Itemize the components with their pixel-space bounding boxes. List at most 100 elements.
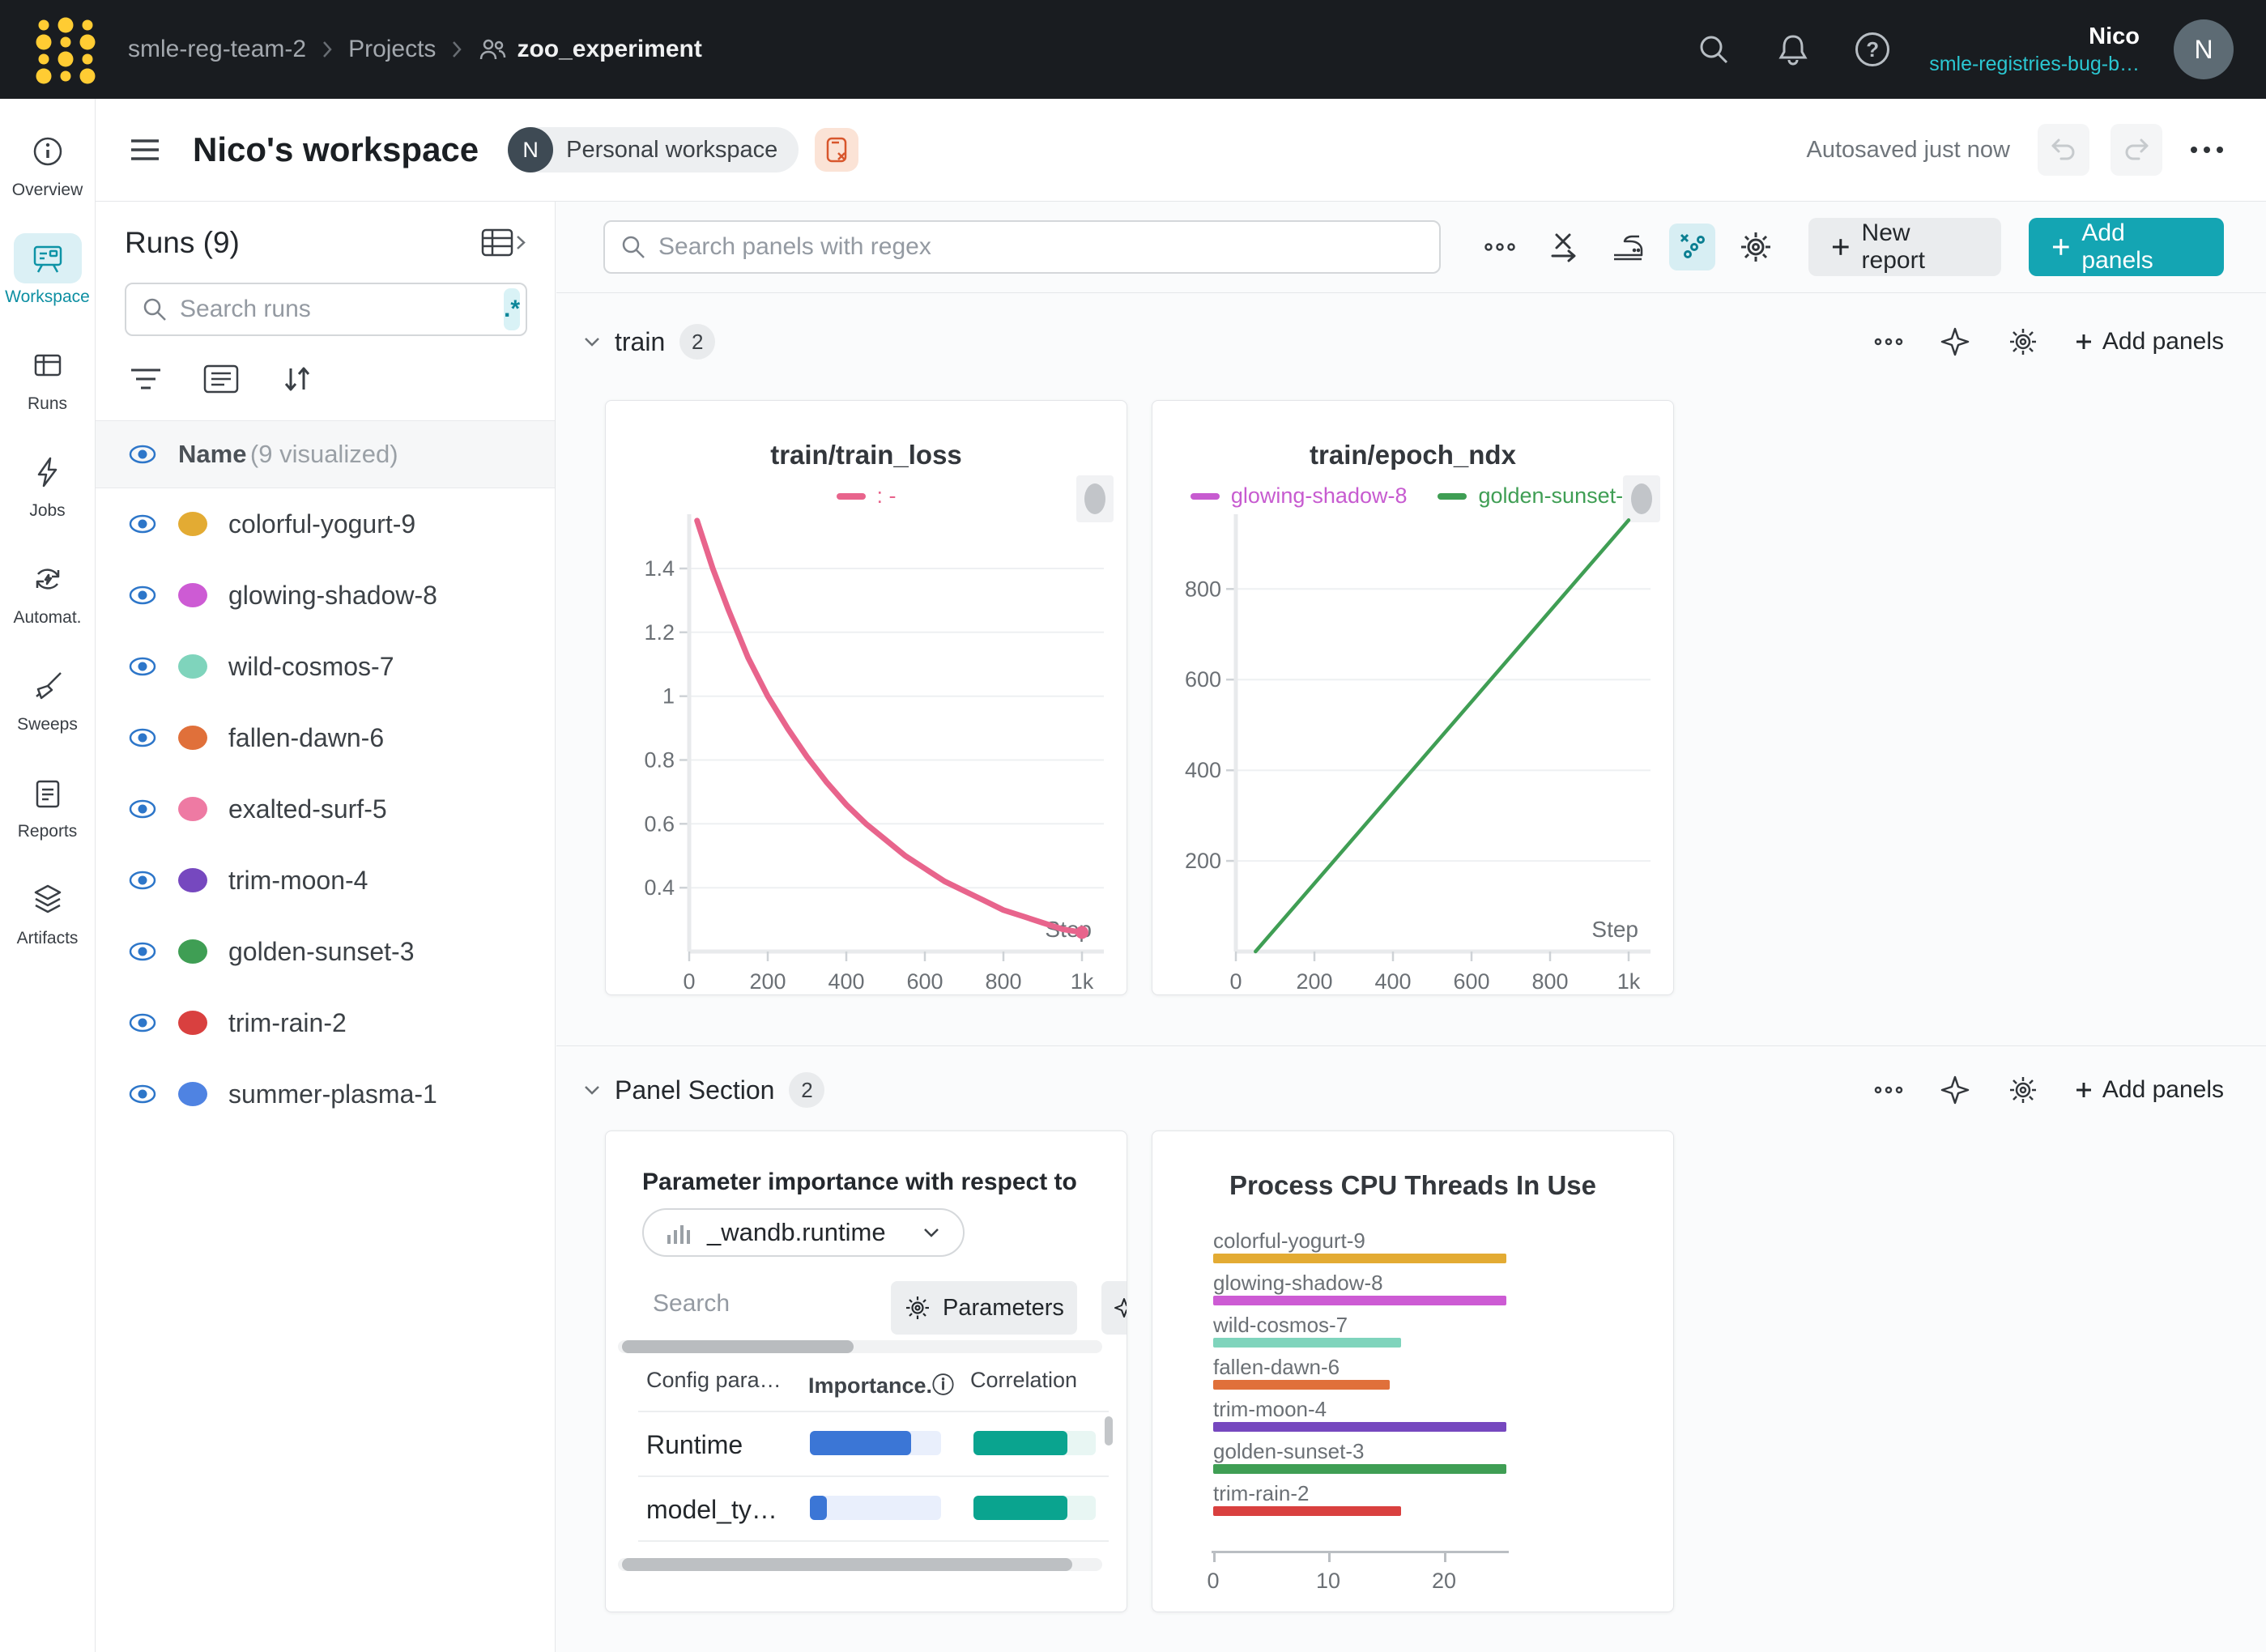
avatar[interactable]: N <box>2174 19 2234 79</box>
notifications-bell-icon[interactable] <box>1770 27 1816 72</box>
visibility-eye-icon[interactable] <box>128 655 157 678</box>
visibility-eye-icon[interactable] <box>128 726 157 749</box>
bar[interactable] <box>1213 1338 1401 1348</box>
section-settings-gear-icon[interactable] <box>2007 326 2039 358</box>
workspace-owner-initial: N <box>508 127 553 172</box>
run-row[interactable]: wild-cosmos-7 <box>96 631 555 702</box>
panel-train-loss[interactable]: train/train_loss : - 0.40.60.811.21.4020… <box>605 400 1127 995</box>
sidebar-item-overview[interactable]: Overview <box>0 118 95 225</box>
metric-dropdown[interactable]: _wandb.runtime <box>642 1208 965 1257</box>
magic-columns-button[interactable] <box>1101 1281 1127 1335</box>
column-header-importance[interactable]: Importance.ⓘ <box>808 1368 954 1399</box>
run-row[interactable]: exalted-surf-5 <box>96 773 555 845</box>
breadcrumb-project[interactable]: zoo_experiment <box>478 36 701 63</box>
runs-list-header[interactable]: Name (9 visualized) <box>96 420 555 488</box>
add-panels-button[interactable]: Add panels <box>2029 218 2224 276</box>
run-row[interactable]: summer-plasma-1 <box>96 1058 555 1130</box>
breadcrumb-projects[interactable]: Projects <box>348 36 436 63</box>
run-row[interactable]: fallen-dawn-6 <box>96 702 555 773</box>
runs-search-box[interactable]: .* <box>125 283 527 336</box>
sidebar-item-sweeps[interactable]: Sweeps <box>0 653 95 760</box>
run-row[interactable]: colorful-yogurt-9 <box>96 488 555 560</box>
personal-workspace-badge[interactable]: N Personal workspace <box>508 127 799 172</box>
cpu-threads-chart[interactable]: colorful-yogurt-9glowing-shadow-8wild-co… <box>1152 1131 1673 1612</box>
undo-button[interactable] <box>2038 124 2089 176</box>
chevron-down-icon[interactable] <box>581 1082 603 1098</box>
sidebar-item-jobs[interactable]: Jobs <box>0 439 95 546</box>
run-row[interactable]: glowing-shadow-8 <box>96 560 555 631</box>
param-search-input[interactable] <box>653 1290 863 1318</box>
redo-button[interactable] <box>2111 124 2162 176</box>
sidebar-item-artifacts[interactable]: Artifacts <box>0 866 95 973</box>
run-row[interactable]: trim-rain-2 <box>96 987 555 1058</box>
run-row[interactable]: golden-sunset-3 <box>96 916 555 987</box>
visibility-eye-icon[interactable] <box>128 1083 157 1105</box>
bar[interactable] <box>1213 1422 1506 1432</box>
group-list-icon[interactable] <box>202 363 240 395</box>
workspace-settings-gear-icon[interactable] <box>1733 224 1779 270</box>
new-report-button[interactable]: New report <box>1808 218 2001 276</box>
panels-overflow-menu-icon[interactable] <box>1476 224 1523 270</box>
visibility-eye-icon[interactable] <box>128 798 157 820</box>
search-icon[interactable] <box>1691 27 1736 72</box>
param-table-row[interactable]: Runtime <box>606 1411 1127 1475</box>
runs-search-input[interactable] <box>180 296 492 323</box>
section-settings-gear-icon[interactable] <box>2007 1074 2039 1106</box>
user-block[interactable]: Nico smle-registries-bug-b… <box>1929 22 2140 77</box>
expand-runs-table-icon[interactable] <box>480 226 527 260</box>
filter-icon[interactable] <box>128 364 164 394</box>
section-add-panels-button[interactable]: Add panels <box>2075 328 2224 356</box>
sidebar-item-reports[interactable]: Reports <box>0 760 95 866</box>
regex-toggle[interactable]: .* <box>504 288 520 330</box>
panel-parameter-importance[interactable]: Parameter importance with respect to _wa… <box>605 1130 1127 1612</box>
sort-icon[interactable] <box>279 362 316 396</box>
bar[interactable] <box>1213 1254 1506 1263</box>
panel-epoch-ndx[interactable]: train/epoch_ndx glowing-shadow-8 golden-… <box>1152 400 1674 995</box>
horizontal-scrollbar[interactable] <box>618 1558 1102 1571</box>
vertical-scrollbar[interactable] <box>1105 1416 1113 1446</box>
legend-label: : - <box>877 483 897 509</box>
train-loss-chart[interactable]: 0.40.60.811.21.402004006008001kStep <box>606 514 1127 995</box>
section-overflow-menu-icon[interactable] <box>1874 337 1903 347</box>
bar[interactable] <box>1213 1506 1401 1516</box>
section-title[interactable]: Panel Section <box>615 1075 774 1105</box>
chevron-down-icon[interactable] <box>581 334 603 350</box>
bar[interactable] <box>1213 1296 1506 1305</box>
visibility-eye-icon[interactable] <box>128 1011 157 1034</box>
x-axis-settings-icon[interactable] <box>1541 224 1587 270</box>
panel-search-box[interactable] <box>603 220 1441 274</box>
section-sparkle-icon[interactable] <box>1939 1074 1971 1106</box>
column-header-correlation[interactable]: Correlation <box>970 1368 1077 1393</box>
column-header-config[interactable]: Config para… <box>646 1368 782 1393</box>
parameters-button[interactable]: Parameters <box>891 1281 1077 1335</box>
visibility-eye-icon[interactable] <box>128 869 157 892</box>
horizontal-scrollbar[interactable] <box>618 1340 1102 1353</box>
section-overflow-menu-icon[interactable] <box>1874 1085 1903 1095</box>
sidebar-item-workspace[interactable]: Workspace <box>0 225 95 332</box>
hamburger-menu-icon[interactable] <box>130 138 160 162</box>
section-sparkle-icon[interactable] <box>1939 326 1971 358</box>
user-org-link[interactable]: smle-registries-bug-b… <box>1929 52 2140 77</box>
clear-workspace-icon[interactable] <box>815 128 858 172</box>
breadcrumb-team[interactable]: smle-reg-team-2 <box>128 36 306 63</box>
sidebar-item-runs[interactable]: Runs <box>0 332 95 439</box>
bar[interactable] <box>1213 1380 1390 1390</box>
sidebar-item-automations[interactable]: Automat. <box>0 546 95 653</box>
help-icon[interactable]: ? <box>1850 27 1895 72</box>
visibility-eye-icon[interactable] <box>128 513 157 535</box>
wandb-logo-icon[interactable] <box>34 14 97 85</box>
visibility-eye-icon[interactable] <box>128 584 157 607</box>
visibility-eye-icon[interactable] <box>128 443 157 466</box>
section-title[interactable]: train <box>615 327 665 357</box>
panel-search-input[interactable] <box>658 233 1425 261</box>
section-add-panels-button[interactable]: Add panels <box>2075 1076 2224 1104</box>
visibility-eye-icon[interactable] <box>128 940 157 963</box>
workspace-overflow-menu-icon[interactable] <box>2183 145 2230 155</box>
run-row[interactable]: trim-moon-4 <box>96 845 555 916</box>
full-fidelity-scatter-icon[interactable] <box>1669 224 1715 270</box>
param-table-row[interactable]: model_ty… <box>606 1475 1127 1540</box>
smoothing-iron-icon[interactable] <box>1605 224 1651 270</box>
panel-cpu-threads[interactable]: Process CPU Threads In Use colorful-yogu… <box>1152 1130 1674 1612</box>
epoch-ndx-chart[interactable]: 20040060080002004006008001kStep <box>1152 514 1673 995</box>
bar[interactable] <box>1213 1464 1506 1474</box>
